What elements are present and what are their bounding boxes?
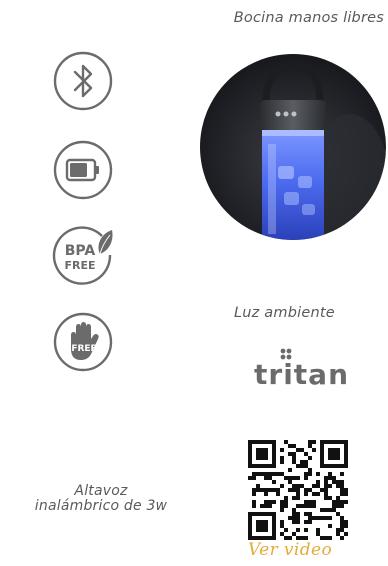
svg-text:FREE: FREE [64,259,95,272]
caption-wireless-speaker-line2: inalámbrico de 3w [34,498,168,514]
caption-speaker-handsfree: Bocina manos libres [233,10,384,26]
qr-code[interactable] [248,440,348,540]
caption-ambient-light: Luz ambiente [234,305,335,321]
tritan-logo: tritan [254,344,350,392]
watch-video-link[interactable]: Ver video [248,540,332,560]
caption-wireless-speaker-line1: Altavoz [74,483,128,499]
hand-free-icon: FREE [52,311,114,373]
svg-text:FREE: FREE [71,344,96,354]
product-image [200,54,386,240]
svg-text:tritan: tritan [254,358,349,391]
bpa-free-icon: BPA FREE [52,224,114,286]
bluetooth-icon [52,50,114,112]
battery-icon [52,139,114,201]
svg-text:BPA: BPA [65,243,96,259]
caption-wireless-speaker: Altavoz inalámbrico de 3w [0,484,202,514]
